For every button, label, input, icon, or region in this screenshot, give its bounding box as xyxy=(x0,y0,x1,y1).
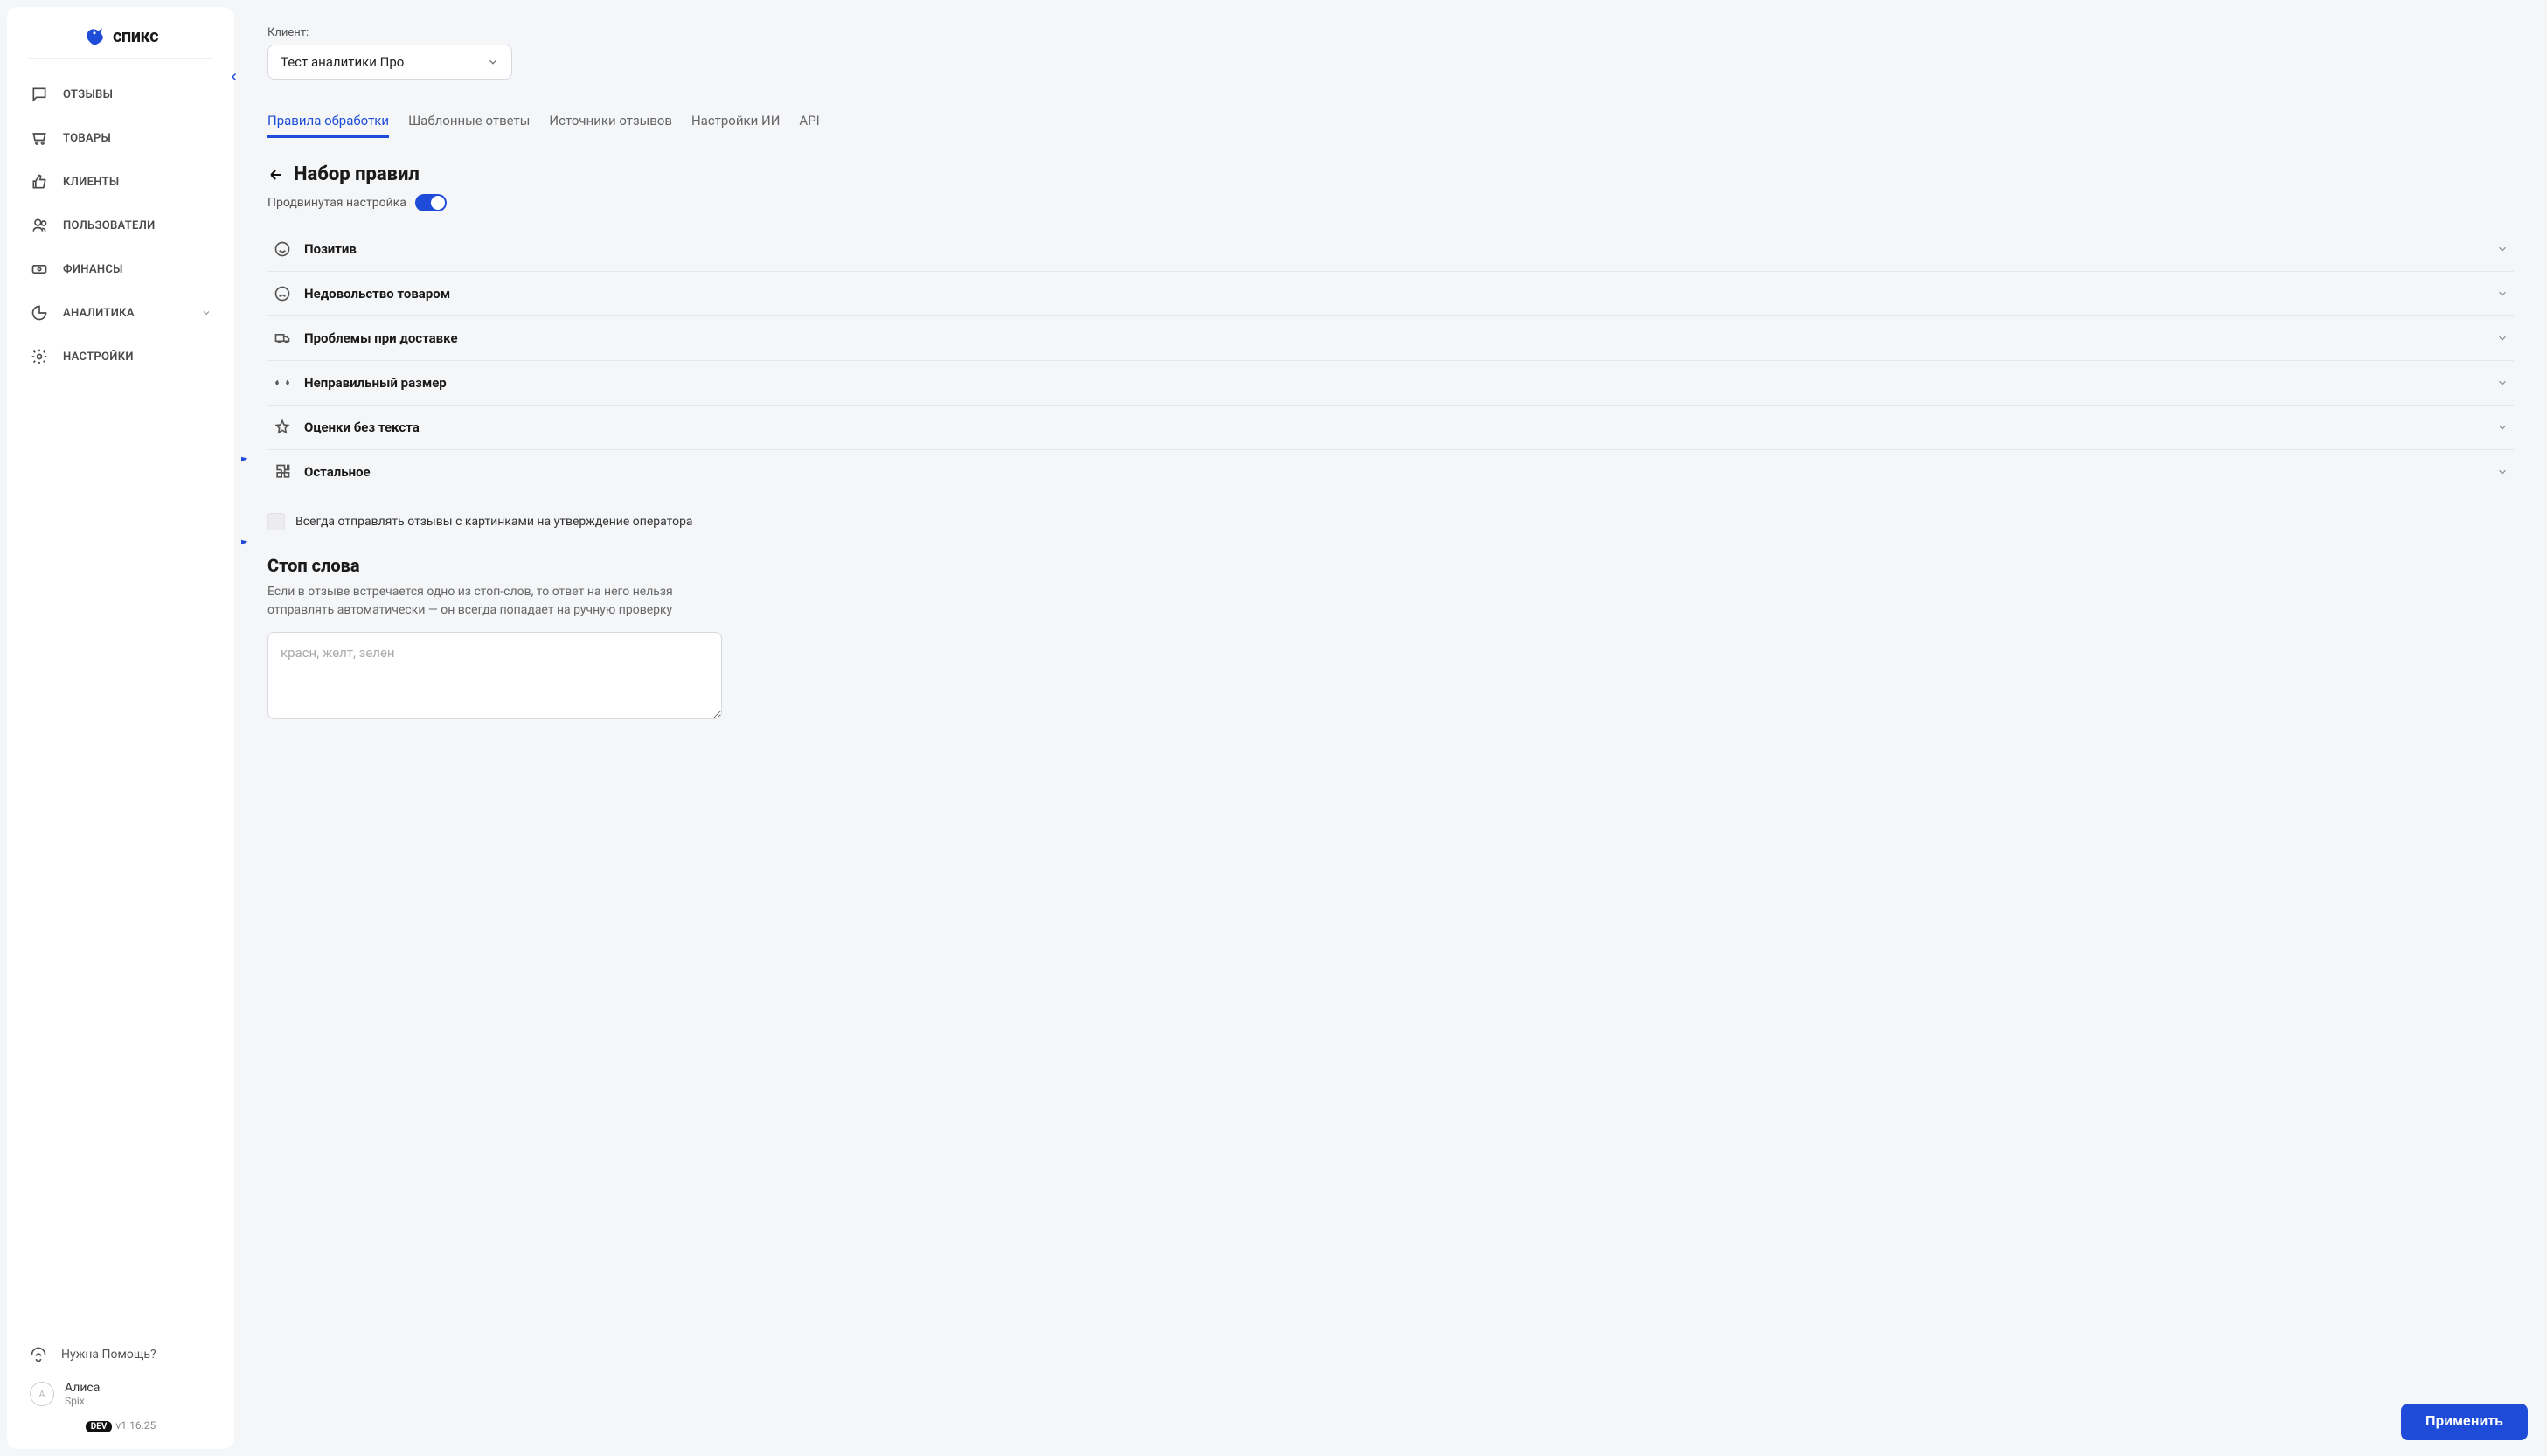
sad-icon xyxy=(273,284,292,303)
divider xyxy=(28,58,213,59)
pie-icon xyxy=(30,303,49,322)
always-approve-images-label: Всегда отправлять отзывы с картинками на… xyxy=(295,515,693,529)
thumbs-up-icon xyxy=(30,172,49,191)
puzzle-icon xyxy=(273,462,292,482)
nav-label: ПОЛЬЗОВАТЕЛИ xyxy=(63,219,156,232)
money-icon xyxy=(30,260,49,279)
nav-label: КЛИЕНТЫ xyxy=(63,176,119,189)
tab-processing-rules[interactable]: Правила обработки xyxy=(267,106,389,138)
chevron-down-icon xyxy=(2496,243,2509,255)
chevron-down-icon xyxy=(2496,377,2509,389)
chevron-down-icon xyxy=(487,56,499,68)
rule-group-dissatisfaction[interactable]: Недовольство товаром xyxy=(267,272,2514,316)
delivery-icon xyxy=(273,329,292,348)
version: DEVv1.16.25 xyxy=(17,1419,224,1432)
nav-item-users[interactable]: ПОЛЬЗОВАТЕЛИ xyxy=(17,205,224,246)
client-selected: Тест аналитики Про xyxy=(281,54,404,70)
advanced-label: Продвинутая настройка xyxy=(267,196,406,210)
tabs: Правила обработки Шаблонные ответы Источ… xyxy=(267,106,2514,139)
arrow-left-icon xyxy=(267,166,285,184)
users-icon xyxy=(30,216,49,235)
nav-item-products[interactable]: ТОВАРЫ xyxy=(17,118,224,158)
apply-button[interactable]: Применить xyxy=(2401,1404,2528,1440)
advanced-toggle[interactable] xyxy=(415,194,447,211)
chevron-left-icon xyxy=(229,72,239,82)
brand-text: спикс xyxy=(113,25,158,46)
sidebar-collapse-handle[interactable] xyxy=(226,68,243,86)
rule-group-positive[interactable]: Позитив xyxy=(267,227,2514,272)
rule-groups: Позитив Недовольство товаром Проблемы пр… xyxy=(267,227,2514,494)
help-link[interactable]: Нужна Помощь? xyxy=(17,1337,224,1372)
brand-icon xyxy=(83,24,106,47)
help-icon xyxy=(30,1346,47,1363)
chevron-down-icon xyxy=(2496,421,2509,433)
gear-icon xyxy=(30,347,49,366)
env-badge: DEV xyxy=(86,1421,113,1432)
always-approve-images-row: Всегда отправлять отзывы с картинками на… xyxy=(267,513,2514,530)
rule-group-delivery[interactable]: Проблемы при доставке xyxy=(267,316,2514,361)
always-approve-images-checkbox[interactable] xyxy=(267,513,285,530)
rule-group-size[interactable]: Неправильный размер xyxy=(267,361,2514,406)
stopwords-title: Стоп слова xyxy=(267,555,722,576)
tab-ai-settings[interactable]: Настройки ИИ xyxy=(691,106,780,138)
client-select[interactable]: Тест аналитики Про xyxy=(267,45,512,80)
nav-item-analytics[interactable]: АНАЛИТИКА xyxy=(17,293,224,333)
nav-label: АНАЛИТИКА xyxy=(63,307,135,320)
nav-item-clients[interactable]: КЛИЕНТЫ xyxy=(17,162,224,202)
help-text: Нужна Помощь? xyxy=(61,1348,156,1362)
avatar: A xyxy=(30,1382,54,1406)
cart-icon xyxy=(30,128,49,148)
back-button[interactable] xyxy=(267,166,285,184)
user-name: Алиса xyxy=(65,1381,100,1395)
stopwords-description: Если в отзыве встречается одно из стоп-с… xyxy=(267,583,722,620)
chevron-down-icon xyxy=(2496,332,2509,344)
nav-label: ТОВАРЫ xyxy=(63,132,111,145)
client-label: Клиент: xyxy=(267,26,2514,39)
main: Клиент: Тест аналитики Про Правила обраб… xyxy=(241,7,2540,1449)
nav: ОТЗЫВЫ ТОВАРЫ КЛИЕНТЫ ПОЛЬЗОВАТЕЛИ ФИНАН… xyxy=(17,74,224,1337)
sidebar: спикс ОТЗЫВЫ ТОВАРЫ КЛИЕНТЫ ПОЛЬЗОВАТЕЛИ xyxy=(7,7,234,1449)
logo: спикс xyxy=(17,24,224,47)
chevron-down-icon xyxy=(201,308,212,318)
tab-templates[interactable]: Шаблонные ответы xyxy=(408,106,530,138)
nav-item-reviews[interactable]: ОТЗЫВЫ xyxy=(17,74,224,114)
resize-icon xyxy=(273,373,292,392)
chevron-down-icon xyxy=(2496,288,2509,300)
rule-group-notext[interactable]: Оценки без текста xyxy=(267,406,2514,450)
smile-icon xyxy=(273,239,292,259)
ruleset-title: Набор правил xyxy=(294,163,420,185)
nav-label: НАСТРОЙКИ xyxy=(63,350,134,364)
user-chip[interactable]: A Алиса Spix xyxy=(17,1372,224,1416)
star-icon xyxy=(273,418,292,437)
nav-label: ОТЗЫВЫ xyxy=(63,88,113,101)
nav-label: ФИНАНСЫ xyxy=(63,263,123,276)
user-org: Spix xyxy=(65,1395,100,1407)
tab-sources[interactable]: Источники отзывов xyxy=(549,106,672,138)
rule-group-other[interactable]: Остальное xyxy=(267,450,2514,494)
nav-item-finance[interactable]: ФИНАНСЫ xyxy=(17,249,224,289)
tab-api[interactable]: API xyxy=(799,106,819,138)
chevron-down-icon xyxy=(2496,466,2509,478)
nav-item-settings[interactable]: НАСТРОЙКИ xyxy=(17,336,224,377)
stopwords-input[interactable] xyxy=(267,632,722,719)
chat-icon xyxy=(30,85,49,104)
stopwords-section: Стоп слова Если в отзыве встречается одн… xyxy=(267,555,722,723)
